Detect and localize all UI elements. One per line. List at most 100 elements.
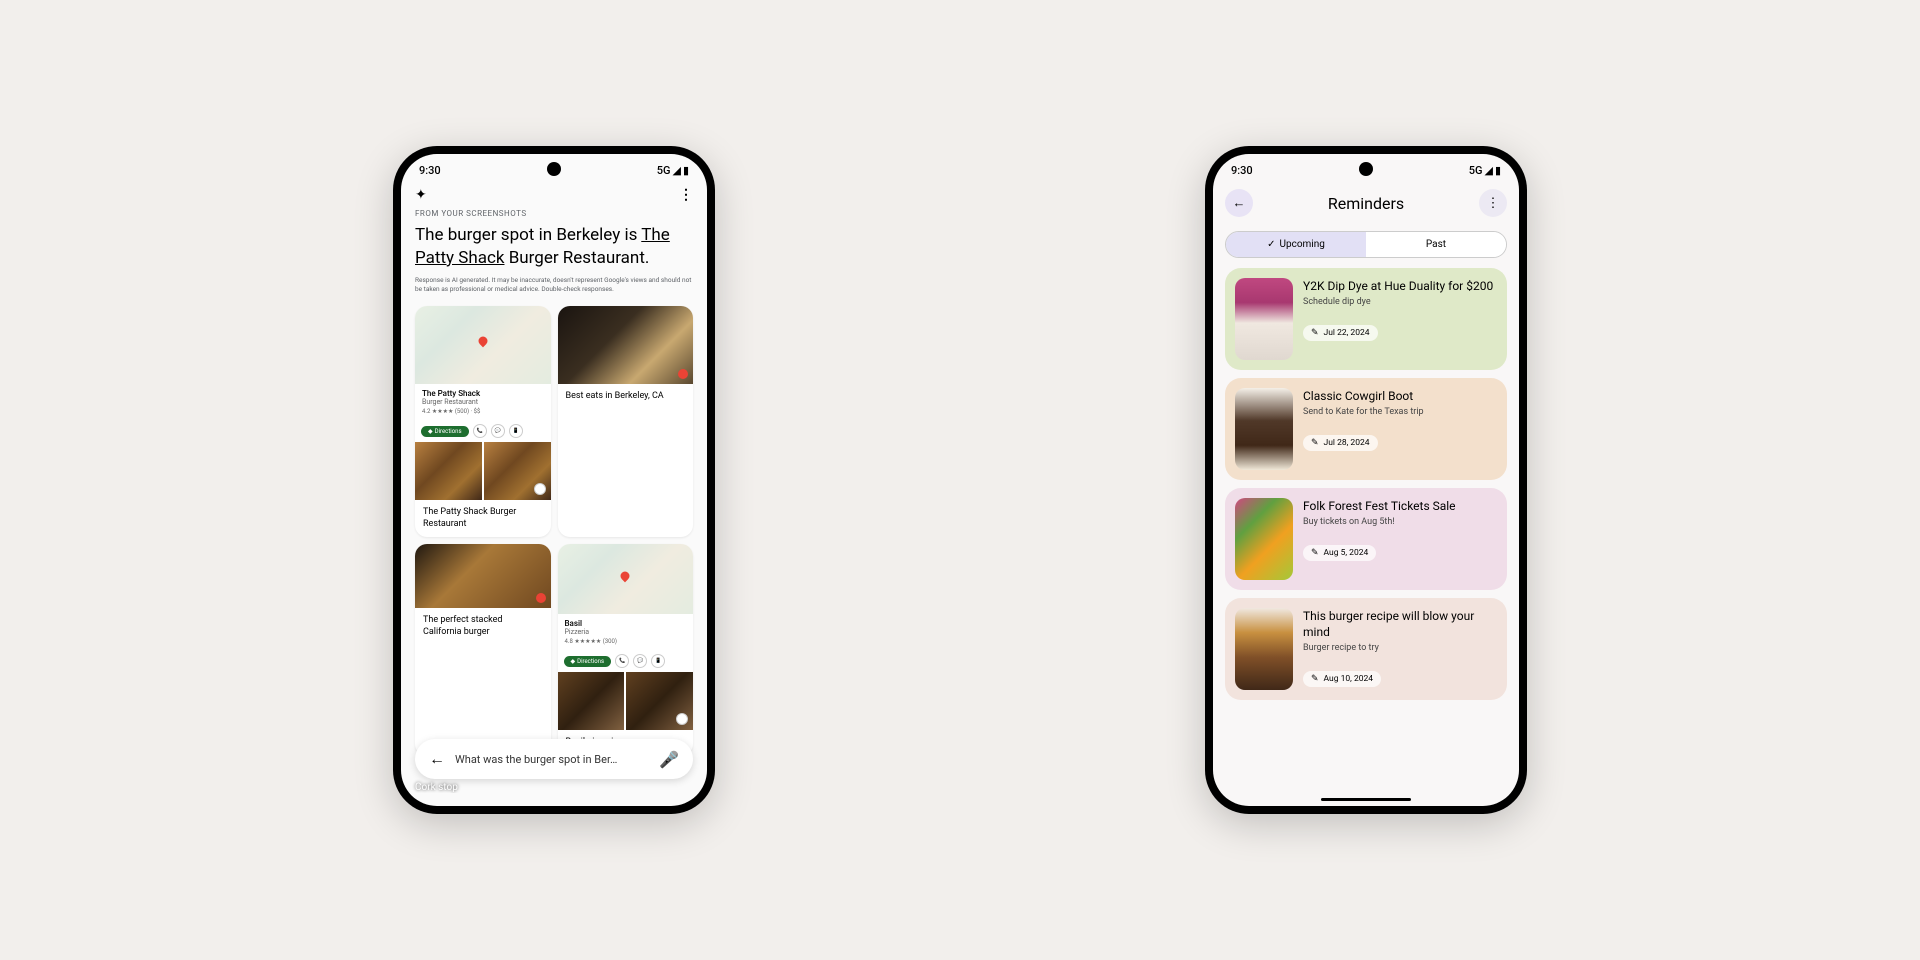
place-info: Basil Pizzeria 4.8 ★★★★★ (300) [558, 614, 694, 650]
place-info: The Patty Shack Burger Restaurant 4.2 ★★… [415, 384, 551, 420]
reminder-item[interactable]: Classic Cowgirl Boot Send to Kate for th… [1225, 378, 1507, 480]
disclaimer: Response is AI generated. It may be inac… [415, 276, 693, 294]
card-title: The perfect stacked California burger [415, 608, 551, 645]
signal-icon: ◢ [1484, 164, 1492, 177]
card-patty-shack[interactable]: The Patty Shack Burger Restaurant 4.2 ★★… [415, 306, 551, 537]
reminder-date-chip[interactable]: ✎ Jul 22, 2024 [1303, 325, 1378, 341]
cards-grid: The Patty Shack Burger Restaurant 4.2 ★★… [415, 306, 693, 756]
gesture-bar[interactable] [1321, 798, 1411, 801]
reminder-thumbnail [1235, 278, 1293, 360]
battery-icon: ▮ [1495, 164, 1501, 177]
reminder-subtitle: Buy tickets on Aug 5th! [1303, 517, 1497, 527]
reminder-subtitle: Send to Kate for the Texas trip [1303, 407, 1497, 417]
place-actions: ◆ Directions 📞 💬 📱 [558, 650, 694, 672]
mic-icon[interactable]: 🎤 [659, 750, 679, 769]
chat-icon[interactable]: 💬 [491, 424, 505, 438]
call-icon[interactable]: 📞 [615, 654, 629, 668]
reminder-body: This burger recipe will blow your mind B… [1303, 608, 1497, 687]
cork-label: Cork stop [415, 782, 458, 793]
headline: The burger spot in Berkeley is The Patty… [415, 224, 693, 270]
search-input[interactable]: What was the burger spot in Ber… [455, 753, 649, 766]
tab-upcoming[interactable]: ✓ Upcoming [1226, 232, 1366, 257]
network-label: 5G [657, 164, 671, 177]
chat-icon[interactable]: 💬 [633, 654, 647, 668]
thumb-pizza2 [626, 672, 693, 730]
back-button[interactable]: ← [1225, 189, 1253, 217]
reminder-date-chip[interactable]: ✎ Aug 10, 2024 [1303, 671, 1381, 687]
screen-left: 9:30 5G ◢ ▮ ✦ ⋮ FROM YOUR SCREENSHOTS Th… [401, 154, 707, 806]
reminder-list: Y2K Dip Dye at Hue Duality for $200 Sche… [1213, 268, 1519, 700]
back-arrow-icon[interactable]: ← [429, 749, 445, 769]
edit-icon: ✎ [1311, 548, 1319, 558]
thumb-row [415, 442, 551, 500]
burger-image [415, 544, 551, 608]
map-thumbnail [558, 544, 694, 614]
reminder-title: Folk Forest Fest Tickets Sale [1303, 498, 1497, 514]
phone-icon[interactable]: 📱 [651, 654, 665, 668]
search-bar[interactable]: ← What was the burger spot in Ber… 🎤 [415, 739, 693, 779]
network-label: 5G [1469, 164, 1483, 177]
reminder-date-chip[interactable]: ✎ Jul 28, 2024 [1303, 435, 1378, 451]
app-topbar: ✦ ⋮ [401, 181, 707, 209]
sushi-image [558, 306, 694, 384]
place-rating: 4.2 ★★★★ (500) · $$ [422, 408, 544, 415]
card-sushi[interactable]: Best eats in Berkeley, CA [558, 306, 694, 537]
call-icon[interactable]: 📞 [473, 424, 487, 438]
thumb-burger1 [415, 442, 482, 500]
reminder-body: Classic Cowgirl Boot Send to Kate for th… [1303, 388, 1497, 451]
thumb-pizza1 [558, 672, 625, 730]
screen-right: 9:30 5G ◢ ▮ ← Reminders ⋮ ✓ Upcoming Pas… [1213, 154, 1519, 806]
tab-segment: ✓ Upcoming Past [1225, 231, 1507, 258]
sparkle-icon[interactable]: ✦ [415, 187, 427, 203]
reminder-date-chip[interactable]: ✎ Aug 5, 2024 [1303, 545, 1376, 561]
map-thumbnail [415, 306, 551, 384]
signal-icon: ◢ [672, 164, 680, 177]
thumb-burger2 [484, 442, 551, 500]
reminder-body: Folk Forest Fest Tickets Sale Buy ticket… [1303, 498, 1497, 561]
camera-hole [547, 162, 561, 176]
place-rating: 4.8 ★★★★★ (300) [565, 638, 687, 645]
card-title: Best eats in Berkeley, CA [558, 384, 694, 410]
directions-button[interactable]: ◆ Directions [564, 656, 612, 667]
headline-post: Burger Restaurant. [504, 248, 649, 268]
reminder-thumbnail [1235, 608, 1293, 690]
location-badge-icon [676, 713, 688, 725]
camera-hole [1359, 162, 1373, 176]
place-type: Burger Restaurant [422, 398, 544, 406]
thumb-row [558, 672, 694, 730]
reminder-thumbnail [1235, 388, 1293, 470]
place-name: The Patty Shack [422, 389, 544, 398]
page-header: ← Reminders ⋮ [1213, 181, 1519, 225]
tab-past[interactable]: Past [1366, 232, 1506, 257]
battery-icon: ▮ [683, 164, 689, 177]
place-name: Basil [565, 619, 687, 628]
page-title: Reminders [1328, 194, 1404, 213]
content-area: FROM YOUR SCREENSHOTS The burger spot in… [401, 209, 707, 793]
section-label: FROM YOUR SCREENSHOTS [415, 209, 693, 218]
edit-icon: ✎ [1311, 438, 1319, 448]
more-button[interactable]: ⋮ [1479, 189, 1507, 217]
reminder-subtitle: Burger recipe to try [1303, 643, 1497, 653]
edit-icon: ✎ [1311, 328, 1319, 338]
reminder-item[interactable]: Folk Forest Fest Tickets Sale Buy ticket… [1225, 488, 1507, 590]
reminder-title: This burger recipe will blow your mind [1303, 608, 1497, 640]
card-stacked-burger[interactable]: The perfect stacked California burger [415, 544, 551, 756]
reminder-item[interactable]: Y2K Dip Dye at Hue Duality for $200 Sche… [1225, 268, 1507, 370]
clock-text: 9:30 [1231, 164, 1253, 177]
phone-icon[interactable]: 📱 [509, 424, 523, 438]
status-icons: 5G ◢ ▮ [1469, 164, 1501, 177]
reminder-item[interactable]: This burger recipe will blow your mind B… [1225, 598, 1507, 700]
edit-icon: ✎ [1311, 674, 1319, 684]
card-basil[interactable]: Basil Pizzeria 4.8 ★★★★★ (300) ◆ Directi… [558, 544, 694, 756]
reminder-thumbnail [1235, 498, 1293, 580]
map-pin-icon [476, 335, 489, 348]
status-icons: 5G ◢ ▮ [657, 164, 689, 177]
phone-right: 9:30 5G ◢ ▮ ← Reminders ⋮ ✓ Upcoming Pas… [1205, 146, 1527, 814]
more-icon[interactable]: ⋮ [679, 187, 693, 203]
directions-button[interactable]: ◆ Directions [421, 426, 469, 437]
badge-icon [678, 369, 688, 379]
reminder-title: Y2K Dip Dye at Hue Duality for $200 [1303, 278, 1497, 294]
reminder-title: Classic Cowgirl Boot [1303, 388, 1497, 404]
clock-text: 9:30 [419, 164, 441, 177]
place-actions: ◆ Directions 📞 💬 📱 [415, 420, 551, 442]
